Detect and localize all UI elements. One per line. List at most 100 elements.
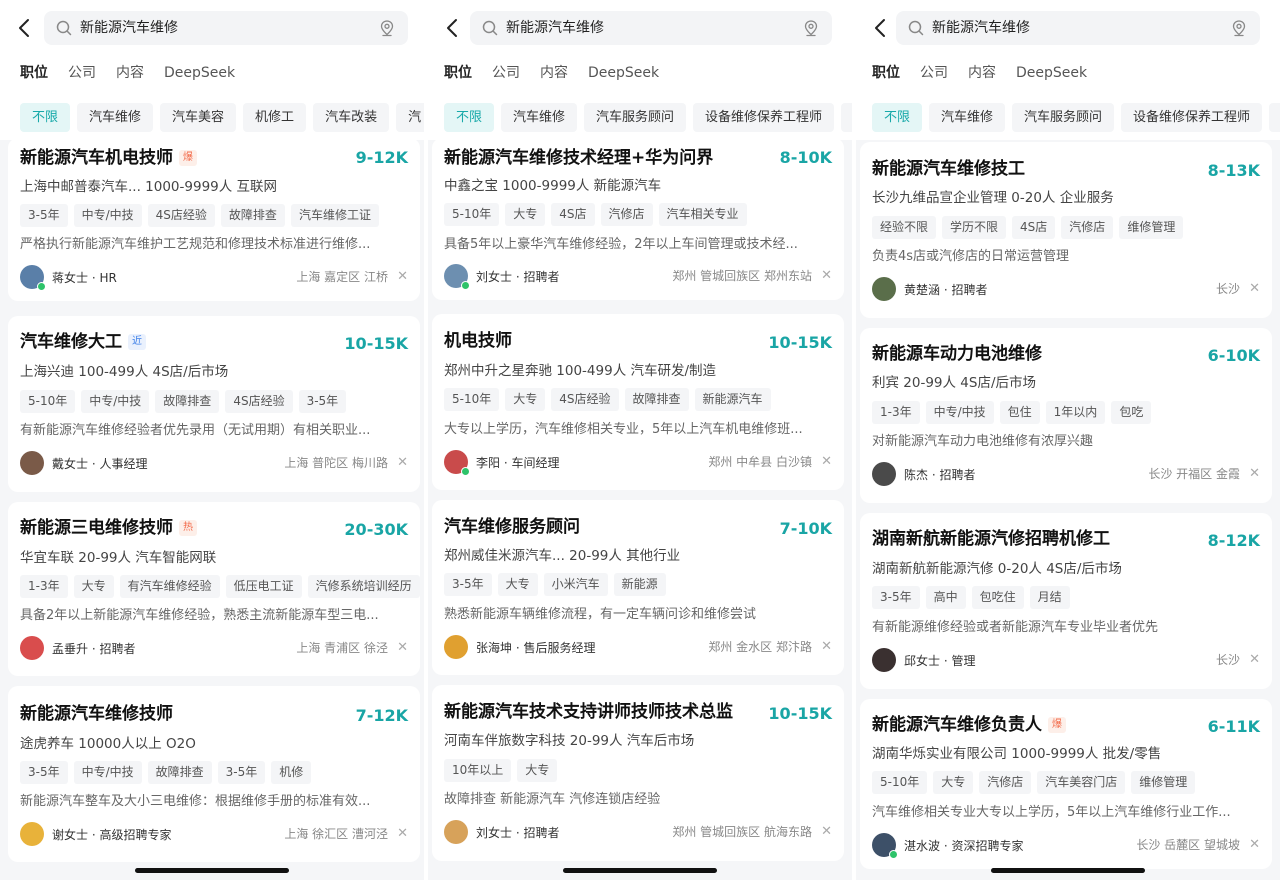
job-tag: 汽车美容门店 — [1037, 771, 1126, 794]
back-arrow-icon[interactable] — [14, 16, 36, 40]
job-card[interactable]: 新能源汽车维修技师 7-12K 途虎养车 10000人以上 O2O 3-5年 中… — [8, 686, 420, 862]
tab-companies[interactable]: 公司 — [68, 62, 96, 84]
job-location: 上海 嘉定区 江桥 — [296, 270, 388, 284]
close-icon[interactable]: ✕ — [397, 827, 408, 841]
home-indicator[interactable] — [135, 868, 289, 873]
close-icon[interactable]: ✕ — [397, 641, 408, 655]
job-card[interactable]: 新能源三电维修技师热 20-30K 华宜车联 20-99人 汽车智能网联 1-3… — [8, 502, 420, 676]
recruiter-name: 李阳 · 车间经理 — [476, 455, 560, 470]
close-icon[interactable]: ✕ — [397, 270, 408, 284]
filter-chip[interactable]: 机修工 — [243, 103, 307, 132]
avatar — [20, 451, 44, 475]
close-icon[interactable]: ✕ — [821, 269, 832, 283]
job-tag: 包吃 — [1111, 401, 1152, 424]
close-icon[interactable]: ✕ — [397, 456, 408, 470]
back-arrow-icon[interactable] — [442, 16, 464, 40]
job-card[interactable]: 新能源汽车技术支持讲师技师技术总监 10-15K 河南车伴旅数字科技 20-99… — [432, 685, 844, 861]
nearby-badge: 近 — [128, 334, 146, 350]
filter-chip[interactable]: 不限 — [20, 103, 71, 132]
tab-deepseek[interactable]: DeepSeek — [164, 62, 235, 84]
filter-chip[interactable]: 汽车维修 — [501, 103, 578, 132]
home-indicator[interactable] — [563, 868, 717, 873]
close-icon[interactable]: ✕ — [1249, 282, 1260, 296]
close-icon[interactable]: ✕ — [1249, 467, 1260, 481]
filter-chip[interactable]: 汽车服务顾问 — [584, 103, 687, 132]
tab-content[interactable]: 内容 — [116, 62, 144, 84]
close-icon[interactable]: ✕ — [1249, 653, 1260, 667]
filter-chips: 不限 汽车维修 汽车美容 机修工 汽车改装 汽 — [20, 103, 424, 132]
tab-content[interactable]: 内容 — [540, 62, 568, 84]
location-pin-icon[interactable] — [802, 19, 820, 37]
salary: 8-12K — [1207, 531, 1260, 550]
job-tag: 4S店 — [1012, 216, 1056, 239]
filter-chip[interactable] — [841, 103, 852, 132]
search-input[interactable]: 新能源汽车维修 — [506, 18, 604, 38]
tab-positions[interactable]: 职位 — [444, 62, 472, 84]
close-icon[interactable]: ✕ — [1249, 838, 1260, 852]
job-tag: 经验不限 — [872, 216, 937, 239]
job-card[interactable]: 湖南新航新能源汽修招聘机修工 8-12K 湖南新航新能源汽修 0-20人 4S店… — [860, 513, 1272, 689]
job-card[interactable]: 新能源汽车维修技工 8-13K 长沙九维品宣企业管理 0-20人 企业服务 经验… — [860, 142, 1272, 318]
job-tag: 4S店经验 — [551, 388, 619, 411]
recruiter: 戴女士 · 人事经理 — [20, 451, 147, 475]
tab-deepseek[interactable]: DeepSeek — [1016, 62, 1087, 84]
job-card[interactable]: 机电技师 10-15K 郑州中升之星奔驰 100-499人 汽车研发/制造 5-… — [432, 314, 844, 490]
salary: 10-15K — [768, 704, 832, 723]
filter-chip[interactable]: 汽车维修 — [929, 103, 1006, 132]
tab-companies[interactable]: 公司 — [920, 62, 948, 84]
tab-positions[interactable]: 职位 — [20, 62, 48, 84]
job-card[interactable]: 汽车维修服务顾问 7-10K 郑州威佳米源汽车... 20-99人 其他行业 3… — [432, 500, 844, 675]
avatar — [444, 635, 468, 659]
job-card[interactable]: 新能源汽车机电技师爆 9-12K 上海中邮普泰汽车... 1000-9999人 … — [8, 138, 420, 301]
search-bar[interactable]: 新能源汽车维修 — [896, 11, 1260, 45]
job-card[interactable]: 新能源汽车维修技术经理+华为问界 8-10K 中鑫之宝 1000-9999人 新… — [432, 138, 844, 300]
filter-chip[interactable]: 不限 — [444, 103, 495, 132]
job-card[interactable]: 新能源车动力电池维修 6-10K 利宾 20-99人 4S店/后市场 1-3年 … — [860, 328, 1272, 503]
tab-content[interactable]: 内容 — [968, 62, 996, 84]
job-tag: 汽修店 — [1061, 216, 1114, 239]
job-card[interactable]: 新能源汽车维修负责人爆 6-11K 湖南华烁实业有限公司 1000-9999人 … — [860, 699, 1272, 869]
filter-chip[interactable]: 设备维修保养工程师 — [693, 103, 835, 132]
avatar — [444, 264, 470, 290]
filter-chip[interactable]: 设备维修保养工程师 — [1121, 103, 1263, 132]
close-icon[interactable]: ✕ — [821, 455, 832, 469]
close-icon[interactable]: ✕ — [821, 640, 832, 654]
location-pin-icon[interactable] — [378, 19, 396, 37]
salary: 10-15K — [768, 333, 832, 352]
hot-badge: 热 — [179, 520, 197, 536]
close-icon[interactable]: ✕ — [821, 825, 832, 839]
filter-chip[interactable]: 不限 — [872, 103, 923, 132]
job-tag: 5-10年 — [872, 771, 928, 794]
search-bar[interactable]: 新能源汽车维修 — [470, 11, 832, 45]
job-title: 新能源三电维修技师热 — [20, 516, 197, 540]
tab-positions[interactable]: 职位 — [872, 62, 900, 84]
location-pin-icon[interactable] — [1230, 19, 1248, 37]
filter-chip[interactable] — [1269, 103, 1280, 132]
job-description: 大专以上学历，汽车维修相关专业，5年以上汽车机电维修班... — [444, 422, 803, 437]
job-title: 湖南新航新能源汽修招聘机修工 — [872, 529, 1110, 549]
job-location: 长沙 — [1215, 282, 1240, 296]
back-arrow-icon[interactable] — [870, 16, 892, 40]
search-input[interactable]: 新能源汽车维修 — [932, 18, 1030, 38]
screen-panel-1: 新能源汽车维修 职位 公司 内容 DeepSeek 不限 汽车维修 汽车美容 机… — [0, 0, 424, 880]
job-tag: 汽车维修工证 — [290, 204, 379, 227]
filter-chip[interactable]: 汽车维修 — [77, 103, 154, 132]
job-location: 上海 徐汇区 漕河泾 — [284, 827, 388, 841]
filter-chip[interactable]: 汽车美容 — [160, 103, 237, 132]
filter-chip[interactable]: 汽车服务顾问 — [1012, 103, 1115, 132]
online-status-icon — [461, 281, 470, 290]
search-bar[interactable]: 新能源汽车维修 — [44, 11, 408, 45]
tab-companies[interactable]: 公司 — [492, 62, 520, 84]
filter-chip[interactable]: 汽 — [396, 103, 424, 132]
company-info: 湖南华烁实业有限公司 1000-9999人 批发/零售 — [872, 746, 1162, 762]
tab-deepseek[interactable]: DeepSeek — [588, 62, 659, 84]
job-title: 新能源汽车维修负责人爆 — [872, 713, 1066, 737]
job-description: 有新能源维修经验或者新能源汽车专业毕业者优先 — [872, 620, 1159, 635]
job-card[interactable]: 汽车维修大工近 10-15K 上海兴迪 100-499人 4S店/后市场 5-1… — [8, 316, 420, 492]
job-tag: 中专/中技 — [81, 390, 150, 413]
search-input[interactable]: 新能源汽车维修 — [80, 18, 178, 38]
job-tag: 大专 — [505, 203, 546, 226]
search-header: 新能源汽车维修 职位 公司 内容 DeepSeek 不限 汽车维修 汽车美容 机… — [0, 0, 424, 140]
filter-chip[interactable]: 汽车改装 — [313, 103, 390, 132]
home-indicator[interactable] — [991, 868, 1145, 873]
